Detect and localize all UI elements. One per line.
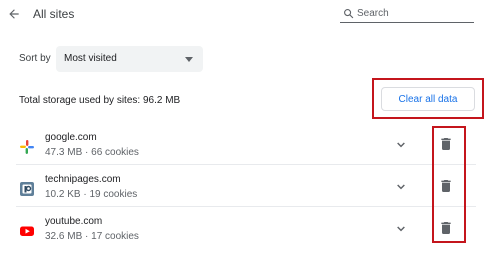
youtube-favicon-icon	[20, 226, 34, 236]
expand-chevron-icon[interactable]	[393, 179, 409, 195]
dropdown-caret-icon	[185, 57, 193, 62]
search-icon	[344, 9, 354, 19]
site-row[interactable]: technipages.com 10.2 KB · 19 cookies	[0, 165, 500, 207]
clear-all-data-button[interactable]: Clear all data	[381, 87, 475, 111]
sort-dropdown[interactable]: Most visited	[56, 46, 203, 72]
site-row[interactable]: google.com 47.3 MB · 66 cookies	[0, 123, 500, 165]
storage-summary: Total storage used by sites: 96.2 MB	[19, 95, 181, 106]
site-storage-info: 32.6 MB · 17 cookies	[45, 231, 139, 242]
site-name: youtube.com	[45, 216, 103, 227]
search-box[interactable]	[340, 5, 474, 23]
technipages-favicon-icon	[20, 182, 34, 196]
site-row[interactable]: youtube.com 32.6 MB · 17 cookies	[0, 207, 500, 249]
page-title: All sites	[33, 7, 75, 21]
site-storage-info: 10.2 KB · 19 cookies	[45, 189, 138, 200]
site-name: google.com	[45, 132, 97, 143]
google-favicon-icon	[20, 140, 34, 154]
expand-chevron-icon[interactable]	[393, 137, 409, 153]
arrow-back-icon	[9, 9, 19, 19]
site-name: technipages.com	[45, 174, 121, 185]
sort-label: Sort by	[19, 53, 51, 64]
site-storage-info: 47.3 MB · 66 cookies	[45, 147, 139, 158]
expand-chevron-icon[interactable]	[393, 221, 409, 237]
back-button[interactable]	[6, 6, 22, 22]
search-input[interactable]	[357, 6, 471, 20]
sort-selected-value: Most visited	[64, 53, 117, 64]
highlight-box-delete	[432, 126, 466, 243]
page-header: All sites	[0, 0, 500, 32]
